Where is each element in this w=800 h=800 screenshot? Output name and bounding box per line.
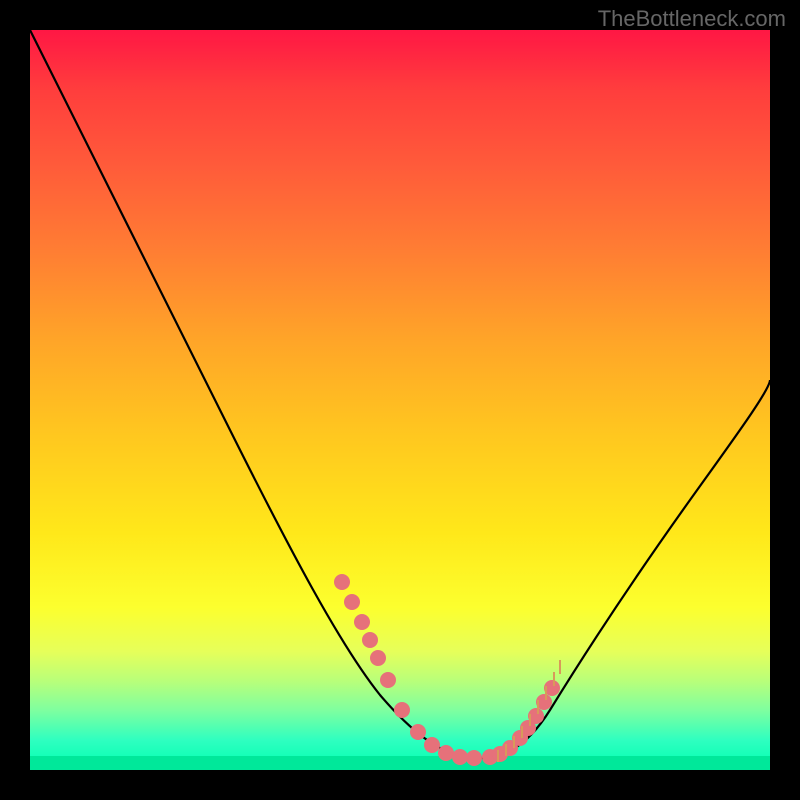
chart-plot-area xyxy=(30,30,770,770)
bottleneck-curve xyxy=(30,30,770,758)
watermark-text: TheBottleneck.com xyxy=(598,6,786,32)
chart-svg xyxy=(30,30,770,770)
curve-right-dots xyxy=(482,680,560,765)
curve-left-dots xyxy=(334,574,482,766)
